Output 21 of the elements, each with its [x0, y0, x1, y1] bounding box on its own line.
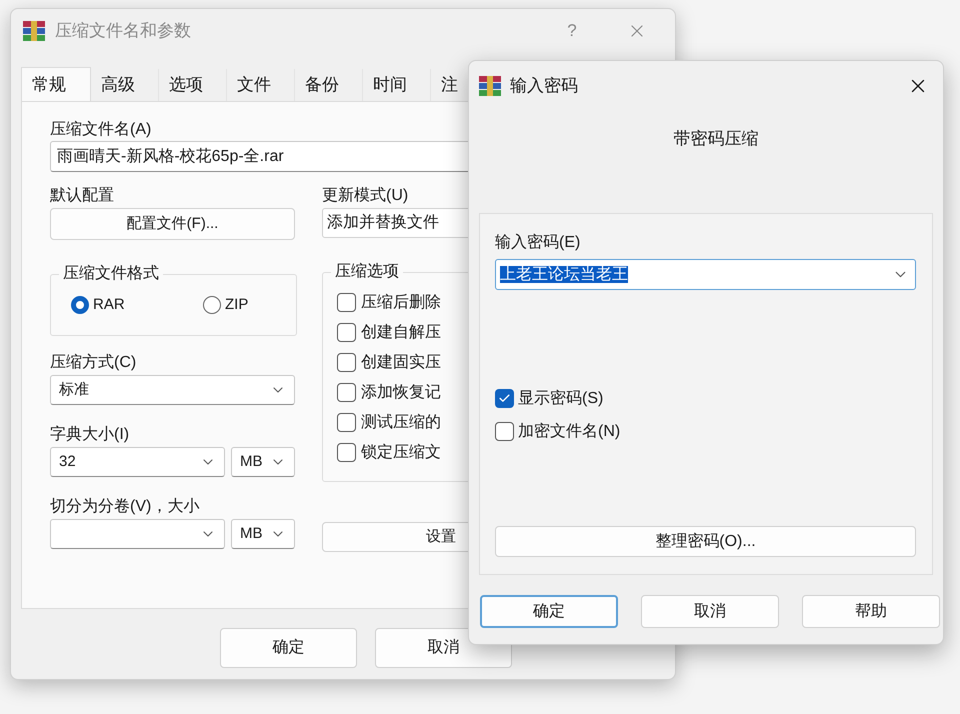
radio-label: ZIP — [225, 294, 248, 315]
checkbox-label: 添加恢复记 — [361, 382, 441, 402]
field-label: 字典大小(I) — [50, 424, 130, 445]
field-label: 输入密码(E) — [495, 232, 582, 253]
checkbox-label: 锁定压缩文 — [361, 442, 441, 462]
window-title: 输入密码 — [510, 75, 579, 98]
checkbox-label: 测试压缩的 — [361, 412, 441, 432]
dialog-heading: 带密码压缩 — [674, 128, 758, 150]
checkbox-label: 加密文件名(N) — [518, 422, 620, 442]
field-label: 更新模式(U) — [322, 186, 410, 206]
checkbox-label: 显示密码(S) — [518, 388, 604, 408]
password-text: 上老王论坛当老王 — [500, 266, 628, 282]
checkbox-label: 压缩后删除 — [361, 292, 441, 312]
field-label: 压缩方式(C) — [50, 352, 138, 373]
radio-label: RAR — [93, 294, 125, 315]
checkbox-label: 创建自解压 — [361, 322, 441, 342]
field-label: 切分为分卷(V)，大小 — [50, 496, 200, 517]
field-label: 默认配置 — [50, 186, 115, 206]
checkbox-label: 创建固实压 — [361, 352, 441, 372]
field-label: 压缩文件名(A) — [50, 120, 152, 140]
window-title: 压缩文件名和参数 — [55, 20, 192, 42]
